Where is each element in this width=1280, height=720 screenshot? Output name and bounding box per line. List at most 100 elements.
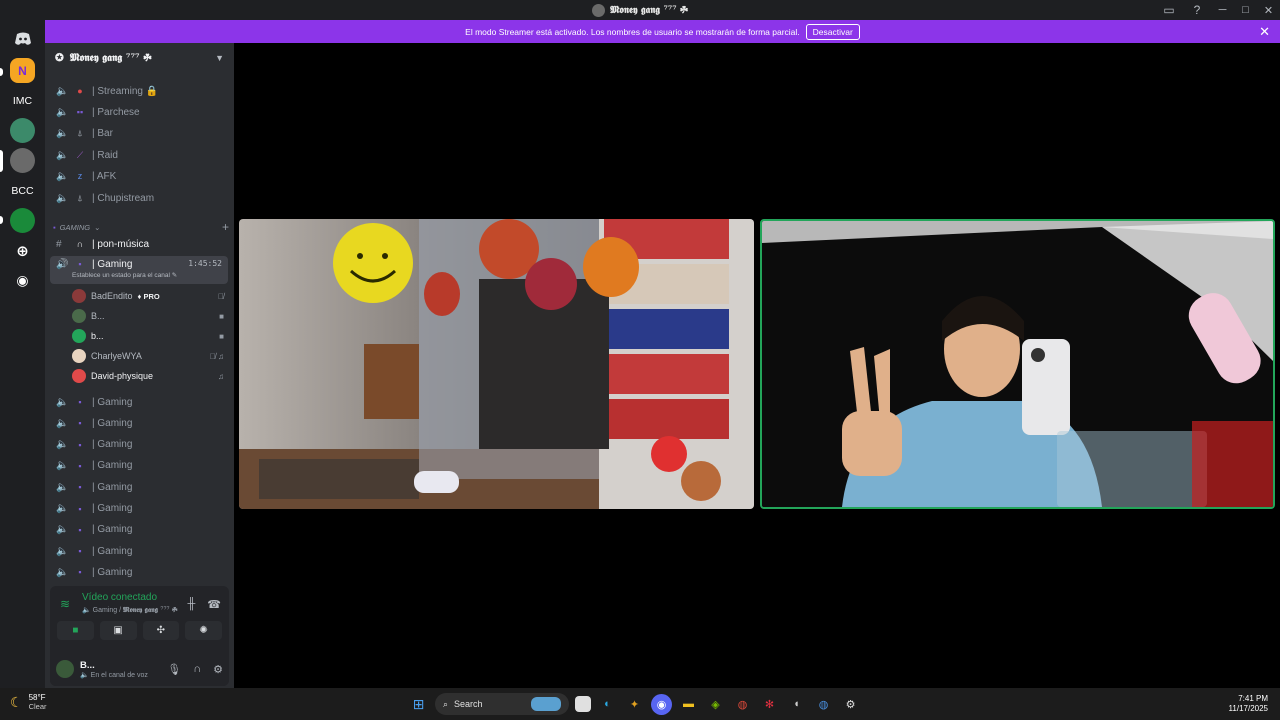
- channel-parchese[interactable]: 🔈 ▪▪ | Parchese: [50, 102, 228, 122]
- deactivate-button[interactable]: Desactivar: [805, 23, 860, 40]
- channel-gaming[interactable]: 🔈 ▪ | Gaming: [50, 456, 228, 476]
- channel-label: | Gaming: [92, 481, 133, 493]
- chevron-icon: ⌄: [94, 222, 101, 232]
- maximize-button[interactable]: □: [1234, 4, 1257, 16]
- chrome-icon[interactable]: ◍: [732, 694, 753, 715]
- chevron-down-icon[interactable]: ▼: [215, 53, 224, 63]
- app-dark-icon[interactable]: ◖: [786, 694, 807, 715]
- voice-channel-info[interactable]: 🔈 Gaming / 𝕸𝖔𝖓𝖊𝖞 𝖌𝖆𝖓𝖌 ⁷⁷⁷ ☘: [82, 605, 178, 615]
- mic-icon[interactable]: 🎙: [167, 663, 181, 676]
- set-status-hint[interactable]: Establece un estado para el canal ✎: [72, 271, 177, 279]
- discover-icon[interactable]: ◉: [10, 268, 35, 293]
- discord-window: 𝕸𝖔𝖓𝖊𝖞 𝖌𝖆𝖓𝖌 ⁷⁷⁷ ☘ ▭ ? ─ □ ✕ N IMC BCC ⊕ ◉…: [0, 0, 1280, 720]
- video-tile-person[interactable]: [760, 219, 1275, 509]
- category-gaming[interactable]: ▪ GAMING ⌄ +: [53, 220, 229, 234]
- glass-icon: ⍋: [77, 192, 83, 203]
- user-panel: B... 🔈 En el canal de voz 🎙 ∩ ⚙: [50, 652, 229, 686]
- activity-icon: ♫: [218, 371, 224, 381]
- voice-member[interactable]: BadEndito ♦ PRO 🎙̸: [72, 287, 224, 305]
- close-banner-icon[interactable]: ✕: [1259, 24, 1270, 40]
- chrome-profile-icon[interactable]: ◍: [813, 694, 834, 715]
- voice-member[interactable]: b... ■: [72, 327, 224, 345]
- copilot-icon[interactable]: ✦: [624, 694, 645, 715]
- add-channel-icon[interactable]: +: [222, 220, 229, 234]
- help-icon[interactable]: ?: [1183, 3, 1211, 17]
- discord-taskbar-icon[interactable]: ◉: [651, 693, 672, 715]
- server-money-icon[interactable]: [10, 118, 35, 143]
- channel-raid[interactable]: 🔈 ⟋ | Raid: [50, 145, 228, 165]
- channel-gaming[interactable]: 🔈 ▪ | Gaming: [50, 477, 228, 497]
- noise-suppression-icon[interactable]: ╫: [188, 598, 196, 611]
- file-explorer-icon[interactable]: ▬: [678, 694, 699, 715]
- weather-widget[interactable]: ☾ 58°F Clear: [10, 693, 47, 711]
- edge-icon[interactable]: ◐: [597, 694, 618, 715]
- speaker-icon: 🔈: [56, 503, 69, 514]
- speaker-icon: 🔈: [56, 566, 69, 578]
- channel-gaming[interactable]: 🔈 ▪ | Gaming: [50, 435, 228, 455]
- activities-button[interactable]: ✣: [142, 621, 180, 640]
- channel-chupistream[interactable]: 🔈 ⍋ | Chupistream: [50, 188, 228, 208]
- soundboard-button[interactable]: ✺: [185, 621, 222, 640]
- video-feed-person: [762, 221, 1273, 507]
- disconnect-icon[interactable]: ☎: [207, 598, 221, 611]
- channel-gaming[interactable]: 🔈 ▪ | Gaming: [50, 562, 228, 582]
- voice-member[interactable]: David-physique ♫: [72, 367, 224, 385]
- speaker-icon: 🔈: [56, 417, 69, 429]
- channel-label: | Gaming: [92, 524, 133, 536]
- nvidia-icon[interactable]: ◈: [705, 694, 726, 715]
- server-n[interactable]: N: [10, 58, 35, 83]
- server-imc[interactable]: IMC: [10, 88, 35, 113]
- streamer-mode-banner: El modo Streamer está activado. Los nomb…: [45, 20, 1280, 43]
- call-timer: 1:45:52: [188, 259, 222, 268]
- speaker-icon: 🔈: [56, 396, 69, 408]
- channel-label: | Gaming: [92, 396, 133, 408]
- channel-streaming[interactable]: 🔈 ● | Streaming 🔒: [50, 81, 228, 101]
- windows-start-icon[interactable]: ⊞: [408, 694, 429, 715]
- taskbar-search[interactable]: ⌕ Search: [435, 693, 569, 715]
- inbox-icon[interactable]: ▭: [1155, 3, 1183, 17]
- headphones-icon[interactable]: ∩: [193, 663, 201, 676]
- voice-member[interactable]: B... ■: [72, 307, 224, 325]
- server-bcc[interactable]: BCC: [10, 178, 35, 203]
- title-bar: 𝕸𝖔𝖓𝖊𝖞 𝖌𝖆𝖓𝖌 ⁷⁷⁷ ☘ ▭ ? ─ □ ✕: [0, 0, 1280, 20]
- channel-gaming[interactable]: 🔈 ▪ | Gaming: [50, 413, 228, 433]
- system-clock[interactable]: 7:41 PM 11/17/2025: [1229, 694, 1268, 714]
- voice-action-buttons: ■ ▣ ✣ ✺: [57, 621, 222, 640]
- task-view-icon[interactable]: [575, 696, 591, 712]
- window-title: 𝕸𝖔𝖓𝖊𝖞 𝖌𝖆𝖓𝖌 ⁷⁷⁷ ☘: [592, 3, 688, 17]
- close-window-button[interactable]: ✕: [1257, 4, 1280, 17]
- channel-afk[interactable]: 🔈 z | AFK: [50, 166, 228, 186]
- user-info[interactable]: B... 🔈 En el canal de voz: [80, 660, 148, 679]
- server-money-gang[interactable]: [10, 148, 35, 173]
- add-server-icon[interactable]: ⊕: [10, 238, 35, 263]
- channel-gaming-active[interactable]: 🔊 ▪ | Gaming 1:45:52 Establece un estado…: [50, 256, 228, 284]
- channel-label: | AFK: [92, 170, 117, 182]
- app-settings-icon[interactable]: ⚙: [840, 694, 861, 715]
- discord-home-icon[interactable]: [10, 26, 35, 51]
- channel-gaming[interactable]: 🔈 ▪ | Gaming: [50, 541, 228, 561]
- channel-gaming[interactable]: 🔈 ▪ | Gaming: [50, 499, 228, 519]
- channel-bar[interactable]: 🔈 ⍋ | Bar: [50, 123, 228, 143]
- server-green[interactable]: [10, 208, 35, 233]
- channel-gaming[interactable]: 🔈 ▪ | Gaming: [50, 392, 228, 412]
- channel-pon-musica[interactable]: # ∩ | pon-música: [50, 234, 228, 254]
- app-red-icon[interactable]: ✻: [759, 694, 780, 715]
- camera-button[interactable]: ■: [57, 621, 94, 640]
- voice-member[interactable]: CharlyeWYA 🎙̸ ♫: [72, 347, 224, 365]
- channel-gaming[interactable]: 🔈 ▪ | Gaming: [50, 520, 228, 540]
- weather-info: 58°F Clear: [29, 693, 47, 711]
- minimize-button[interactable]: ─: [1211, 4, 1234, 16]
- speaker-icon: 🔈: [56, 127, 69, 139]
- settings-gear-icon[interactable]: ⚙: [213, 663, 223, 676]
- member-name: David-physique: [91, 371, 154, 381]
- video-tile-room[interactable]: [239, 219, 754, 509]
- controller-icon: ▪: [78, 439, 82, 450]
- screen-share-button[interactable]: ▣: [99, 621, 137, 640]
- channel-label: | Gaming: [92, 460, 133, 472]
- server-header[interactable]: ✪ 𝕸𝖔𝖓𝖊𝖞 𝖌𝖆𝖓𝖌 ⁷⁷⁷ ☘ ▼: [45, 43, 234, 73]
- weather-temp: 58°F: [28, 693, 46, 702]
- user-avatar[interactable]: [56, 660, 74, 678]
- video-feed-room: [239, 219, 754, 509]
- channel-label: | Gaming: [92, 566, 133, 578]
- weather-condition: Clear: [28, 702, 47, 711]
